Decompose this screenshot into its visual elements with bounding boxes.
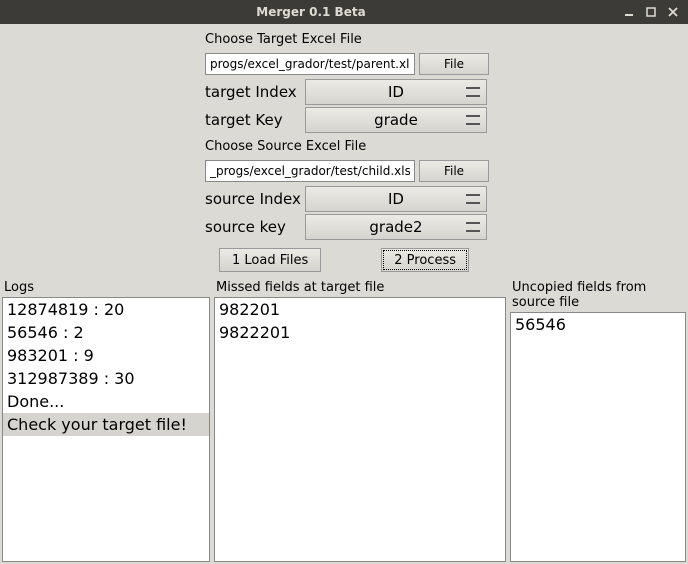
list-item: Done... xyxy=(3,390,209,413)
target-index-value: ID xyxy=(388,83,404,101)
list-item: 982201 xyxy=(215,298,505,321)
target-section-label: Choose Target Excel File xyxy=(0,28,688,49)
source-path-input[interactable] xyxy=(205,160,415,182)
source-key-label: source key xyxy=(205,218,305,236)
source-key-row: source key grade2 xyxy=(0,214,688,240)
source-key-value: grade2 xyxy=(369,218,422,236)
action-buttons: 1 Load Files 2 Process xyxy=(0,242,688,276)
dropdown-handle-icon xyxy=(466,194,480,204)
source-index-row: source Index ID xyxy=(0,186,688,212)
target-index-dropdown[interactable]: ID xyxy=(305,79,487,105)
target-key-label: target Key xyxy=(205,111,305,129)
list-item: Check your target file! xyxy=(3,413,209,436)
logs-body[interactable]: 12874819 : 20 56546 : 2 983201 : 9 31298… xyxy=(2,297,210,562)
target-file-button[interactable]: File xyxy=(419,53,489,75)
process-button[interactable]: 2 Process xyxy=(381,248,469,272)
list-item: 312987389 : 30 xyxy=(3,367,209,390)
source-path-row: File xyxy=(0,158,688,184)
uncopied-header: Uncopied fields from source file xyxy=(508,278,688,312)
target-key-dropdown[interactable]: grade xyxy=(305,107,487,133)
list-item: 56546 xyxy=(511,313,685,336)
load-files-button[interactable]: 1 Load Files xyxy=(219,248,321,272)
list-item: 12874819 : 20 xyxy=(3,298,209,321)
target-index-label: target Index xyxy=(205,83,305,101)
missed-header: Missed fields at target file xyxy=(212,278,508,297)
dropdown-handle-icon xyxy=(466,222,480,232)
uncopied-panel: Uncopied fields from source file 56546 xyxy=(508,278,688,564)
list-item: 9822201 xyxy=(215,321,505,344)
target-path-row: File xyxy=(0,51,688,77)
minimize-icon[interactable] xyxy=(622,5,636,19)
dropdown-handle-icon xyxy=(466,115,480,125)
missed-body[interactable]: 982201 9822201 xyxy=(214,297,506,562)
source-key-dropdown[interactable]: grade2 xyxy=(305,214,487,240)
dropdown-handle-icon xyxy=(466,87,480,97)
target-key-value: grade xyxy=(374,111,418,129)
list-item: 983201 : 9 xyxy=(3,344,209,367)
maximize-icon[interactable] xyxy=(644,5,658,19)
content: Choose Target Excel File File target Ind… xyxy=(0,24,688,564)
missed-panel: Missed fields at target file 982201 9822… xyxy=(212,278,508,564)
window-controls xyxy=(622,5,688,19)
panels: Logs 12874819 : 20 56546 : 2 983201 : 9 … xyxy=(0,278,688,564)
source-index-label: source Index xyxy=(205,190,305,208)
logs-header: Logs xyxy=(0,278,212,297)
list-item: 56546 : 2 xyxy=(3,321,209,344)
source-index-value: ID xyxy=(388,190,404,208)
source-index-dropdown[interactable]: ID xyxy=(305,186,487,212)
target-path-input[interactable] xyxy=(205,53,415,75)
titlebar: Merger 0.1 Beta xyxy=(0,0,688,24)
app-window: Merger 0.1 Beta Choose Target Excel File… xyxy=(0,0,688,564)
window-title: Merger 0.1 Beta xyxy=(0,5,622,19)
source-section-label: Choose Source Excel File xyxy=(0,135,688,156)
target-index-row: target Index ID xyxy=(0,79,688,105)
close-icon[interactable] xyxy=(666,5,680,19)
uncopied-body[interactable]: 56546 xyxy=(510,312,686,562)
source-file-button[interactable]: File xyxy=(419,160,489,182)
form-area: Choose Target Excel File File target Ind… xyxy=(0,24,688,278)
target-key-row: target Key grade xyxy=(0,107,688,133)
logs-panel: Logs 12874819 : 20 56546 : 2 983201 : 9 … xyxy=(0,278,212,564)
